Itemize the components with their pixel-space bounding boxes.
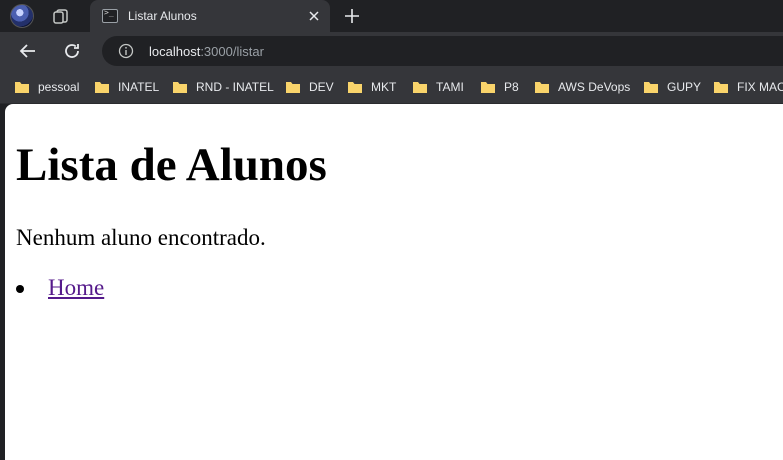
folder-icon: [714, 82, 728, 93]
folder-icon: [15, 82, 29, 93]
bookmark-folder[interactable]: GUPY: [643, 78, 701, 96]
bookmark-label: MKT: [371, 80, 397, 94]
page-viewport: Lista de Alunos Nenhum aluno encontrado.…: [5, 104, 783, 460]
folder-icon: [95, 82, 109, 93]
url-path: :3000/listar: [200, 44, 264, 59]
bookmark-folder[interactable]: INATEL: [94, 78, 159, 96]
folder-icon: [173, 82, 187, 93]
bookmark-label: RND - INATEL: [196, 80, 274, 94]
bookmark-folder[interactable]: AWS DeVops: [534, 78, 630, 96]
folder-icon: [481, 82, 495, 93]
bookmark-folder[interactable]: RND - INATEL: [172, 78, 274, 96]
bookmark-folder[interactable]: DEV: [285, 78, 334, 96]
list-item: Home: [16, 274, 104, 302]
tab-actions-icon[interactable]: [52, 7, 70, 25]
bookmark-folder[interactable]: TAMI: [412, 78, 464, 96]
bookmark-folder[interactable]: P8: [480, 78, 519, 96]
address-bar[interactable]: localhost:3000/listar: [102, 36, 783, 66]
bookmark-label: P8: [504, 80, 519, 94]
empty-message: Nenhum aluno encontrado.: [16, 225, 266, 250]
bookmark-label: TAMI: [436, 80, 464, 94]
terminal-icon: [102, 8, 118, 23]
reload-icon[interactable]: [62, 41, 82, 61]
bookmark-label: INATEL: [118, 80, 160, 94]
toolbar: localhost:3000/listar: [0, 32, 783, 70]
bookmark-label: AWS DeVops: [558, 80, 631, 94]
tab-strip: Listar Alunos: [0, 0, 783, 32]
close-icon[interactable]: [306, 8, 322, 24]
home-link[interactable]: Home: [48, 275, 104, 300]
page-content: Lista de Alunos Nenhum aluno encontrado.…: [5, 104, 783, 460]
url-text: localhost:3000/listar: [149, 44, 264, 59]
bookmark-folder[interactable]: FIX MAC: [713, 78, 783, 96]
profile-avatar[interactable]: [10, 4, 34, 28]
back-arrow-icon[interactable]: [18, 41, 38, 61]
bullet: [16, 285, 24, 293]
bookmark-label: pessoal: [38, 80, 80, 94]
url-host: localhost: [149, 44, 201, 59]
tab-title: Listar Alunos: [128, 9, 197, 23]
link-list: Home: [16, 274, 104, 302]
page-title: Lista de Alunos: [16, 139, 327, 191]
bookmarks-bar: pessoal INATEL RND - INATEL DEV MKT TAMI…: [0, 70, 783, 104]
bookmark-label: GUPY: [667, 80, 702, 94]
folder-icon: [348, 82, 362, 93]
bookmark-folder[interactable]: pessoal: [14, 78, 79, 96]
folder-icon: [535, 82, 549, 93]
folder-icon: [286, 82, 300, 93]
folder-icon: [644, 82, 658, 93]
active-tab[interactable]: Listar Alunos: [90, 0, 330, 32]
bookmark-label: DEV: [309, 80, 334, 94]
plus-icon[interactable]: [343, 7, 361, 25]
bookmark-folder[interactable]: MKT: [347, 78, 396, 96]
folder-icon: [413, 82, 427, 93]
bookmark-label: FIX MAC: [737, 80, 783, 94]
info-icon[interactable]: [118, 43, 134, 59]
